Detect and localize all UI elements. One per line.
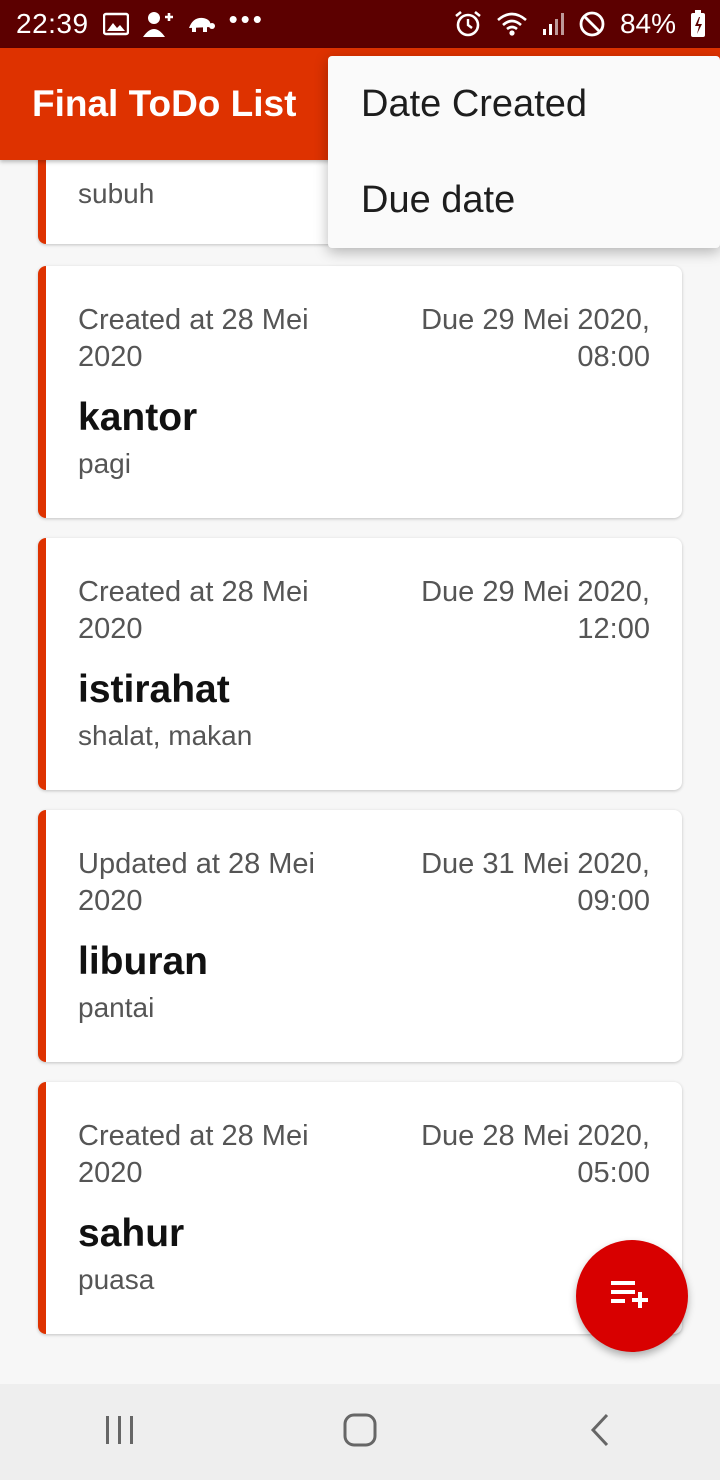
more-notifications-icon: •••	[228, 3, 265, 34]
todo-card[interactable]: Created at 28 Mei 2020 Due 29 Mei 2020, …	[38, 266, 682, 518]
battery-percent: 84%	[619, 8, 676, 39]
todo-created-date: Created at 28 Mei 2020	[78, 576, 309, 645]
app-title: Final ToDo List	[32, 83, 297, 124]
alarm-icon	[454, 10, 482, 38]
todo-card[interactable]: Updated at 28 Mei 2020 Due 31 Mei 2020, …	[38, 810, 682, 1062]
signal-icon	[542, 12, 564, 36]
todo-description: shalat, makan	[78, 720, 253, 751]
todo-created-date: Created at 28 Mei 2020	[78, 304, 309, 373]
todo-due-date: Due 31 Mei 2020, 09:00	[421, 848, 650, 917]
recent-apps-button[interactable]	[60, 1384, 180, 1480]
menu-item-due-date[interactable]: Due date	[328, 152, 720, 248]
todo-created-date: Created at 28 Mei 2020	[78, 1120, 309, 1189]
todo-description: pagi	[78, 448, 131, 479]
wifi-icon	[496, 11, 528, 37]
back-icon	[589, 1413, 611, 1452]
todo-title: istirahat	[78, 668, 230, 711]
sort-menu: Date Created Due date	[328, 56, 720, 248]
todo-title: kantor	[78, 396, 198, 439]
back-button[interactable]	[540, 1384, 660, 1480]
turtle-icon	[187, 15, 215, 33]
playlist-add-icon	[611, 1279, 653, 1314]
todo-title: sahur	[78, 1212, 185, 1255]
home-button[interactable]	[300, 1384, 420, 1480]
todo-due-date: Due 29 Mei 2020, 12:00	[421, 576, 650, 645]
battery-icon	[690, 10, 706, 38]
status-time: 22:39	[16, 8, 89, 39]
todo-description: pantai	[78, 992, 155, 1023]
todo-title: liburan	[78, 940, 209, 983]
todo-list[interactable]: subuh Created at 28 Mei 2020 Due 29 Mei …	[0, 160, 720, 1384]
navigation-bar	[0, 1384, 720, 1480]
todo-due-date: Due 28 Mei 2020, 05:00	[421, 1120, 650, 1189]
do-not-disturb-icon	[578, 10, 606, 38]
recent-apps-icon	[104, 1414, 136, 1451]
todo-description: subuh	[78, 178, 155, 209]
gallery-icon	[102, 12, 129, 36]
menu-item-date-created[interactable]: Date Created	[328, 56, 720, 152]
todo-card[interactable]: Created at 28 Mei 2020 Due 29 Mei 2020, …	[38, 538, 682, 790]
todo-due-date: Due 29 Mei 2020, 08:00	[421, 304, 650, 373]
home-icon	[343, 1413, 377, 1452]
todo-created-date: Updated at 28 Mei 2020	[78, 848, 315, 917]
add-contact-icon	[142, 11, 173, 37]
add-todo-button[interactable]	[576, 1240, 688, 1352]
status-bar: 22:39 ••• 84%	[0, 0, 720, 48]
